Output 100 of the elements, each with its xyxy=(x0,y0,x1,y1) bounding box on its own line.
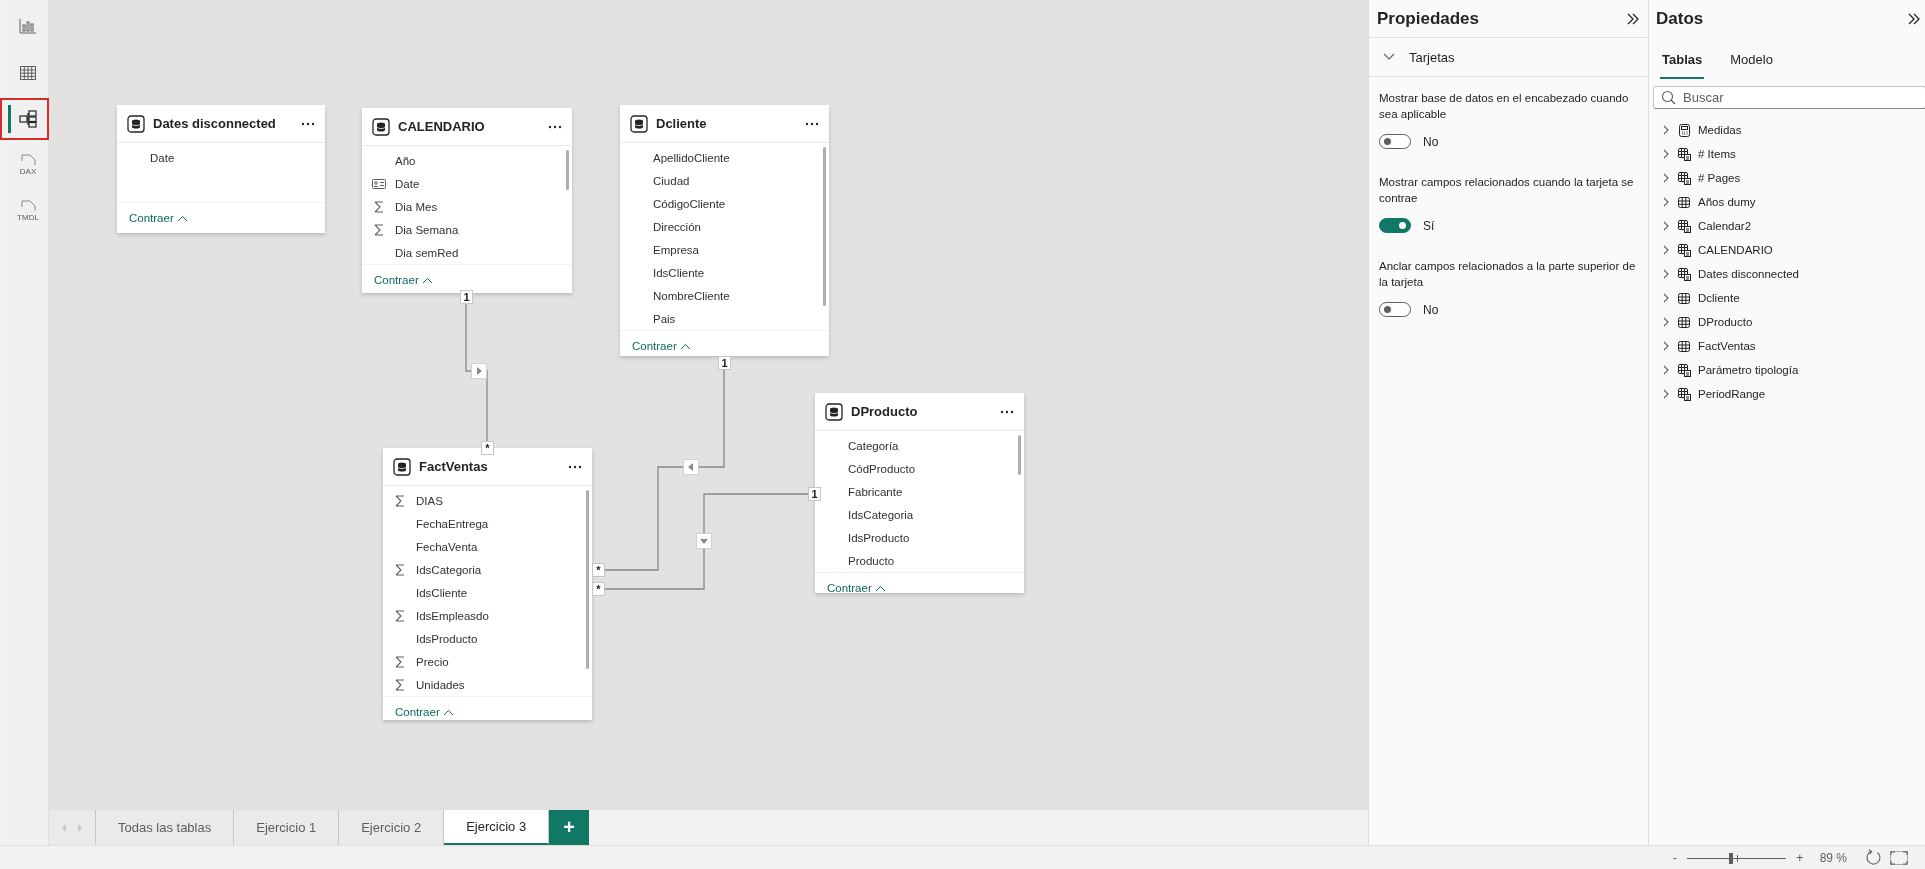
search-icon xyxy=(1661,90,1676,105)
card-title: DProducto xyxy=(851,404,919,419)
field-name: Fabricante xyxy=(848,485,903,498)
setting-label: Mostrar campos relacionados cuando la tarjeta se contrae xyxy=(1379,175,1635,206)
expand-chevron-icon[interactable] xyxy=(1661,125,1671,135)
card-title: CALENDARIO xyxy=(398,119,486,134)
collapse-panel-icon[interactable] xyxy=(1626,11,1640,26)
toggle-switch[interactable] xyxy=(1379,218,1411,233)
table-tree-item[interactable]: PeriodRange xyxy=(1661,382,1925,406)
filter-direction-icon xyxy=(471,363,487,379)
sum-icon xyxy=(372,199,386,214)
field-name: Dirección xyxy=(653,220,701,233)
field-name: CódigoCliente xyxy=(653,197,726,210)
more-options-icon[interactable] xyxy=(568,463,582,470)
add-page-button[interactable]: + xyxy=(549,810,590,845)
calculated-table-icon xyxy=(1677,146,1692,162)
page-tab[interactable]: Todas las tablas xyxy=(96,810,235,845)
field-name: IdsCategoria xyxy=(416,563,482,576)
field-name: Dia Semana xyxy=(395,223,459,236)
filter-direction-icon xyxy=(696,533,712,549)
table-tree-item[interactable]: # Items xyxy=(1661,142,1925,166)
collapse-link[interactable]: Contraer xyxy=(129,212,188,224)
collapse-link[interactable]: Contraer xyxy=(632,340,691,352)
expand-chevron-icon[interactable] xyxy=(1661,197,1671,207)
expand-chevron-icon[interactable] xyxy=(1661,341,1671,351)
toggle-switch[interactable] xyxy=(1379,134,1411,149)
page-tab[interactable]: Ejercicio 2 xyxy=(339,810,445,845)
chevron-up-icon xyxy=(442,708,454,716)
database-icon xyxy=(825,402,843,421)
collapse-link[interactable]: Contraer xyxy=(827,582,886,593)
zoom-level: 89 % xyxy=(1819,850,1847,865)
setting-label: Mostrar base de datos en el encabezado cuando sea aplicable xyxy=(1379,91,1630,122)
card-title: Dates disconnected xyxy=(153,116,277,131)
filter-direction-icon xyxy=(683,459,699,475)
zoom-in-button[interactable]: + xyxy=(1794,850,1806,865)
fit-to-page-icon[interactable] xyxy=(1890,850,1908,865)
toggle-value: No xyxy=(1423,302,1439,317)
field-name: IdsCategoria xyxy=(848,508,914,521)
panel-tab[interactable]: Tablas xyxy=(1660,47,1705,79)
collapse-panel-icon[interactable] xyxy=(1907,11,1921,26)
cardinality-label: * xyxy=(592,563,605,577)
card-title: FactVentas xyxy=(419,459,489,474)
expand-chevron-icon[interactable] xyxy=(1661,389,1671,399)
toggle-value: Sí xyxy=(1423,218,1435,233)
reset-icon[interactable] xyxy=(1865,849,1882,866)
tmdl-view-button[interactable]: TMDL xyxy=(0,190,49,232)
expand-chevron-icon[interactable] xyxy=(1661,173,1671,183)
search-field[interactable]: Buscar xyxy=(1653,86,1925,109)
table-tree-item[interactable]: Calendar2 xyxy=(1661,214,1925,238)
model-diagram-icon xyxy=(18,109,38,129)
table-tree-item[interactable]: CALENDARIO xyxy=(1661,238,1925,262)
calculated-table-icon xyxy=(1677,242,1692,258)
calculated-table-icon xyxy=(1677,386,1692,402)
card-title: Dcliente xyxy=(656,116,708,131)
field-name: IdsProducto xyxy=(416,632,478,645)
table-tree-item[interactable]: FactVentas xyxy=(1661,334,1925,358)
expand-chevron-icon[interactable] xyxy=(1661,365,1671,375)
more-options-icon[interactable] xyxy=(1000,408,1014,415)
collapse-link[interactable]: Contraer xyxy=(395,706,454,718)
database-icon xyxy=(127,114,145,133)
cardinality-label: * xyxy=(481,441,494,455)
field-name: DIAS xyxy=(416,494,443,507)
field-name: Categoría xyxy=(848,439,899,452)
table-tree-item[interactable]: Años dumy xyxy=(1661,190,1925,214)
table-tree-item[interactable]: Dcliente xyxy=(1661,286,1925,310)
calculated-table-icon xyxy=(1677,362,1692,378)
more-options-icon[interactable] xyxy=(301,120,315,127)
field-name: IdsCliente xyxy=(653,266,705,279)
expand-chevron-icon[interactable] xyxy=(1661,293,1671,303)
expand-chevron-icon[interactable] xyxy=(1661,317,1671,327)
table-icon xyxy=(1677,338,1692,354)
expand-chevron-icon[interactable] xyxy=(1661,269,1671,279)
page-tab[interactable]: Ejercicio 1 xyxy=(234,810,340,845)
expand-chevron-icon[interactable] xyxy=(1661,149,1671,159)
toggle-switch[interactable] xyxy=(1379,302,1411,317)
zoom-out-button[interactable]: - xyxy=(1670,850,1680,865)
dax-view-button[interactable]: DAX xyxy=(0,144,49,186)
collapse-link[interactable]: Contraer xyxy=(374,274,433,286)
field-name: Unidades xyxy=(416,678,465,691)
table-icon xyxy=(1677,314,1692,330)
table-tree-item[interactable]: Medidas xyxy=(1661,118,1925,142)
model-view-button[interactable] xyxy=(0,98,49,140)
more-options-icon[interactable] xyxy=(805,120,819,127)
table-tree-item[interactable]: DProducto xyxy=(1661,310,1925,334)
panel-tab[interactable]: Modelo xyxy=(1728,47,1775,79)
calculated-table-icon xyxy=(1677,266,1692,282)
panel-title: Datos xyxy=(1656,8,1704,29)
zoom-slider[interactable] xyxy=(1687,851,1787,864)
field-name: Date xyxy=(150,151,175,164)
expand-chevron-icon[interactable] xyxy=(1661,221,1671,231)
page-tab[interactable]: Ejercicio 3 xyxy=(444,810,550,845)
sum-icon xyxy=(393,562,407,577)
field-name: FechaVenta xyxy=(416,540,478,553)
database-icon xyxy=(372,117,390,136)
expand-chevron-icon[interactable] xyxy=(1661,245,1671,255)
table-tree-item[interactable]: Dates disconnected xyxy=(1661,262,1925,286)
more-options-icon[interactable] xyxy=(548,123,562,130)
table-tree-item[interactable]: Parámetro tipología xyxy=(1661,358,1925,382)
table-tree-item[interactable]: # Pages xyxy=(1661,166,1925,190)
cardinality-label: 1 xyxy=(718,356,731,370)
